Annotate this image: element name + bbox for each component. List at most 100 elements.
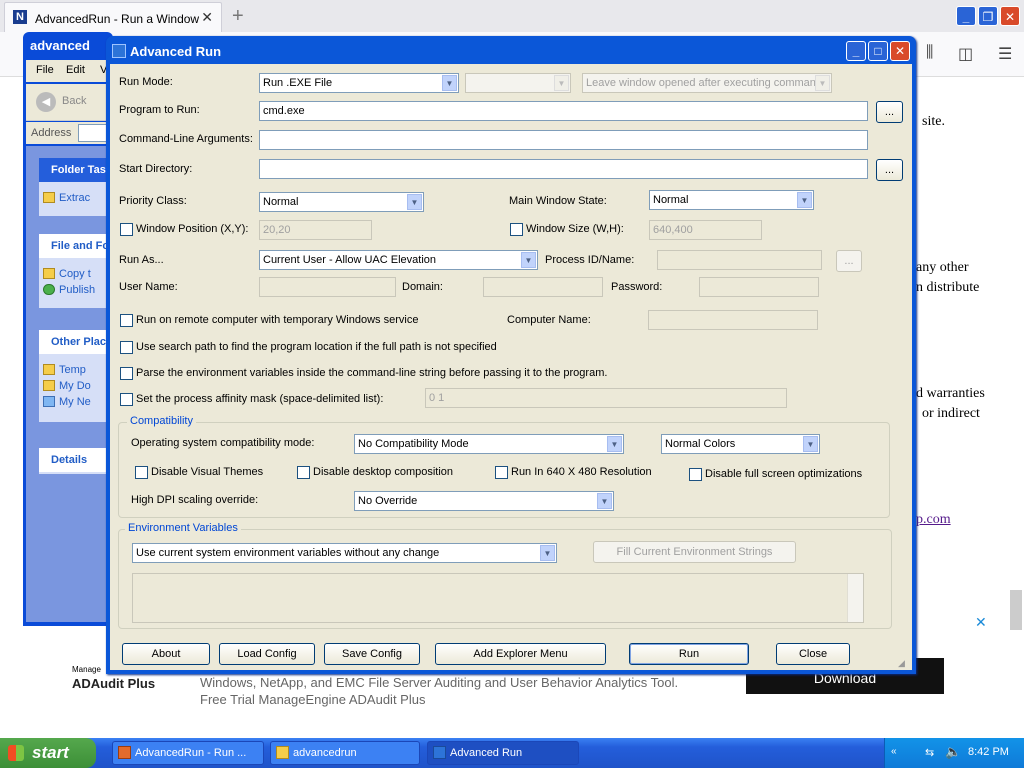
add-explorer-menu-button[interactable]: Add Explorer Menu xyxy=(435,643,606,665)
folder-icon xyxy=(276,746,289,759)
library-icon[interactable]: ⫼ xyxy=(926,44,933,62)
taskbar-item-explorer[interactable]: advancedrun xyxy=(270,741,420,765)
explorer-menu-file[interactable]: File xyxy=(36,64,54,76)
browser-minimize-button[interactable]: _ xyxy=(956,6,976,26)
disable-fullscreen-checkbox[interactable]: Disable full screen optimizations xyxy=(689,468,862,482)
window-size-input: 640,400 xyxy=(649,220,762,240)
explorer-address-bar: Address xyxy=(26,122,114,144)
startdir-input[interactable] xyxy=(259,159,868,179)
close-window-button[interactable]: ✕ xyxy=(890,41,910,61)
ad-close-icon[interactable]: ✕ xyxy=(975,614,987,631)
taskbar-item-advanced-run[interactable]: Advanced Run xyxy=(427,741,579,765)
maximize-button[interactable]: □ xyxy=(868,41,888,61)
tray-expand-icon[interactable]: « xyxy=(891,746,897,757)
close-button[interactable]: Close xyxy=(776,643,850,665)
env-scrollbar xyxy=(847,574,863,622)
page-scrollbar[interactable] xyxy=(1010,590,1022,630)
start-button[interactable]: start xyxy=(0,738,96,768)
save-config-button[interactable]: Save Config xyxy=(324,643,420,665)
chevron-down-icon: ▼ xyxy=(521,252,536,268)
compatibility-group-label: Compatibility xyxy=(127,415,196,427)
tab-close-icon[interactable]: ✕ xyxy=(201,9,213,26)
chevron-down-icon: ▼ xyxy=(607,436,622,452)
args-label: Command-Line Arguments: xyxy=(119,133,253,145)
volume-icon[interactable]: 🔈 xyxy=(945,744,961,760)
run-mode-extra-select: ▼ xyxy=(465,73,571,93)
chevron-down-icon: ▼ xyxy=(554,75,569,91)
browser-close-button[interactable]: ✕ xyxy=(1000,6,1020,26)
environment-group-label: Environment Variables xyxy=(125,522,241,534)
main-window-label: Main Window State: xyxy=(509,195,607,207)
priority-select[interactable]: Normal ▼ xyxy=(259,192,424,212)
main-window-select[interactable]: Normal ▼ xyxy=(649,190,814,210)
parse-env-checkbox[interactable]: Parse the environment variables inside t… xyxy=(120,367,607,381)
remote-computer-checkbox[interactable]: Run on remote computer with temporary Wi… xyxy=(120,314,418,328)
run-640-checkbox[interactable]: Run In 640 X 480 Resolution xyxy=(495,466,652,480)
menu-icon[interactable]: ☰ xyxy=(998,44,1012,64)
page-text-line: or indirect xyxy=(922,406,980,421)
browse-dir-button[interactable]: ... xyxy=(876,159,903,181)
site-favicon-icon: N xyxy=(13,10,27,24)
folder-icon xyxy=(43,364,55,375)
dpi-select[interactable]: No Override ▼ xyxy=(354,491,614,511)
sidebar-icon[interactable]: ◫ xyxy=(958,44,973,64)
fill-env-button: Fill Current Environment Strings xyxy=(593,541,796,563)
back-arrow-icon[interactable]: ◀ xyxy=(36,92,56,112)
startdir-label: Start Directory: xyxy=(119,163,193,175)
windows-logo-icon xyxy=(8,745,24,761)
password-input xyxy=(699,277,819,297)
resize-grip-icon[interactable]: ◢ xyxy=(898,658,910,670)
address-label: Address xyxy=(31,127,72,139)
browser-tab[interactable]: N AdvancedRun - Run a Windows p ✕ xyxy=(4,2,222,32)
run-button[interactable]: Run xyxy=(629,643,749,665)
network-icon[interactable]: ⇆ xyxy=(925,746,934,759)
affinity-checkbox[interactable]: Set the process affinity mask (space-del… xyxy=(120,393,383,407)
window-size-checkbox[interactable]: Window Size (W,H): xyxy=(510,223,624,237)
search-path-checkbox[interactable]: Use search path to find the program loca… xyxy=(120,341,497,355)
username-input xyxy=(259,277,396,297)
taskbar-item-browser[interactable]: AdvancedRun - Run ... xyxy=(112,741,264,765)
explorer-title: advanced xyxy=(30,38,90,53)
run-mode-label: Run Mode: xyxy=(119,76,173,88)
priority-label: Priority Class: xyxy=(119,195,187,207)
program-input[interactable]: cmd.exe xyxy=(259,101,868,121)
chevron-down-icon: ▼ xyxy=(803,436,818,452)
disable-desktop-checkbox[interactable]: Disable desktop composition xyxy=(297,466,453,480)
folder-icon xyxy=(43,380,55,391)
run-as-select[interactable]: Current User - Allow UAC Elevation ▼ xyxy=(259,250,538,270)
explorer-toolbar: ◀ Back xyxy=(26,84,114,121)
domain-input xyxy=(483,277,603,297)
process-id-input xyxy=(657,250,822,270)
browser-tab-bar: N AdvancedRun - Run a Windows p ✕ + _ ❐ … xyxy=(0,0,1024,32)
env-strings-textarea xyxy=(132,573,864,623)
disable-themes-checkbox[interactable]: Disable Visual Themes xyxy=(135,466,263,480)
explorer-menu-edit[interactable]: Edit xyxy=(66,64,85,76)
domain-label: Domain: xyxy=(402,281,443,293)
page-text-line: n distribute xyxy=(916,280,980,295)
program-label: Program to Run: xyxy=(119,104,200,116)
browse-program-button[interactable]: ... xyxy=(876,101,903,123)
copy-icon xyxy=(43,268,55,279)
compat-mode-select[interactable]: No Compatibility Mode ▼ xyxy=(354,434,624,454)
window-position-checkbox[interactable]: Window Position (X,Y): xyxy=(120,223,248,237)
chevron-down-icon: ▼ xyxy=(797,192,812,208)
run-mode-select[interactable]: Run .EXE File ▼ xyxy=(259,73,459,93)
page-link[interactable]: p.com xyxy=(916,510,951,530)
load-config-button[interactable]: Load Config xyxy=(219,643,315,665)
new-tab-button[interactable]: + xyxy=(232,5,244,28)
env-select[interactable]: Use current system environment variables… xyxy=(132,543,557,563)
page-text-line: site. xyxy=(922,114,945,129)
about-button[interactable]: About xyxy=(122,643,210,665)
chevron-down-icon: ▼ xyxy=(540,545,555,561)
args-input[interactable] xyxy=(259,130,868,150)
firefox-icon xyxy=(118,746,131,759)
username-label: User Name: xyxy=(119,281,178,293)
back-label[interactable]: Back xyxy=(62,95,86,107)
compat-mode-label: Operating system compatibility mode: xyxy=(131,437,315,449)
minimize-button[interactable]: _ xyxy=(846,41,866,61)
browser-maximize-button[interactable]: ❐ xyxy=(978,6,998,26)
colors-select[interactable]: Normal Colors ▼ xyxy=(661,434,820,454)
tab-title: AdvancedRun - Run a Windows p xyxy=(35,12,199,26)
ad-text: Windows, NetApp, and EMC File Server Aud… xyxy=(200,674,678,708)
network-icon xyxy=(43,396,55,407)
